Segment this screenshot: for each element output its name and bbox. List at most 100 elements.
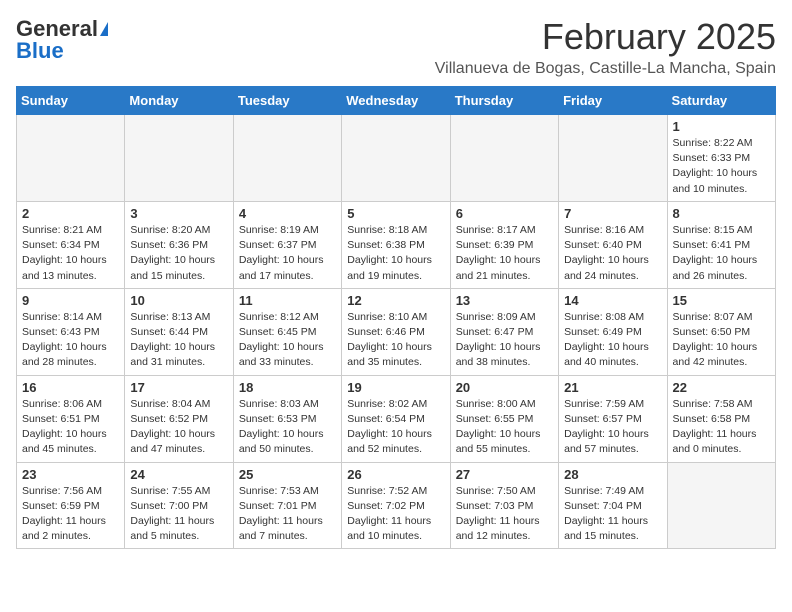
location-title: Villanueva de Bogas, Castille-La Mancha,… xyxy=(435,60,776,78)
day-number: 1 xyxy=(673,119,770,134)
calendar-day-cell: 5Sunrise: 8:18 AMSunset: 6:38 PMDaylight… xyxy=(342,201,450,288)
day-number: 24 xyxy=(130,467,227,482)
calendar-day-cell: 9 Sunrise: 8:14 AMSunset: 6:43 PMDaylight… xyxy=(17,288,125,375)
day-info: Sunrise: 8:00 AMSunset: 6:55 PMDaylight:… xyxy=(456,398,541,456)
calendar-day-cell: 27 Sunrise: 7:50 AMSunset: 7:03 PMDayligh… xyxy=(450,462,558,549)
day-number: 7 xyxy=(564,206,661,221)
day-info: Sunrise: 7:52 AMSunset: 7:02 PMDaylight:… xyxy=(347,485,431,543)
calendar-day-cell: 14Sunrise: 8:08 AMSunset: 6:49 PMDayligh… xyxy=(559,288,667,375)
day-number: 16 xyxy=(22,380,119,395)
day-number: 17 xyxy=(130,380,227,395)
day-info: Sunrise: 8:15 AMSunset: 6:41 PMDaylight:… xyxy=(673,224,758,282)
day-number: 3 xyxy=(130,206,227,221)
weekday-header-tuesday: Tuesday xyxy=(233,87,341,115)
calendar-day-cell: 23 Sunrise: 7:56 AMSunset: 6:59 PMDayligh… xyxy=(17,462,125,549)
calendar-header-row: SundayMondayTuesdayWednesdayThursdayFrid… xyxy=(17,87,776,115)
day-info: Sunrise: 7:56 AMSunset: 6:59 PMDaylight:… xyxy=(22,485,106,543)
calendar-day-cell xyxy=(233,115,341,202)
day-info: Sunrise: 8:18 AMSunset: 6:38 PMDaylight:… xyxy=(347,224,432,282)
month-title: February 2025 xyxy=(435,16,776,58)
calendar-day-cell: 15Sunrise: 8:07 AMSunset: 6:50 PMDayligh… xyxy=(667,288,775,375)
day-info: Sunrise: 8:06 AMSunset: 6:51 PMDaylight:… xyxy=(22,398,107,456)
weekday-header-sunday: Sunday xyxy=(17,87,125,115)
weekday-header-saturday: Saturday xyxy=(667,87,775,115)
day-info: Sunrise: 8:12 AMSunset: 6:45 PMDaylight:… xyxy=(239,311,324,369)
calendar-day-cell: 25 Sunrise: 7:53 AMSunset: 7:01 PMDayligh… xyxy=(233,462,341,549)
day-number: 25 xyxy=(239,467,336,482)
day-info: Sunrise: 8:21 AMSunset: 6:34 PMDaylight:… xyxy=(22,224,107,282)
calendar-day-cell xyxy=(450,115,558,202)
calendar-day-cell: 28Sunrise: 7:49 AMSunset: 7:04 PMDayligh… xyxy=(559,462,667,549)
day-info: Sunrise: 8:17 AMSunset: 6:39 PMDaylight:… xyxy=(456,224,541,282)
calendar-day-cell xyxy=(17,115,125,202)
calendar-day-cell xyxy=(125,115,233,202)
weekday-header-thursday: Thursday xyxy=(450,87,558,115)
day-info: Sunrise: 7:59 AMSunset: 6:57 PMDaylight:… xyxy=(564,398,649,456)
logo-triangle-icon xyxy=(100,22,108,36)
calendar-day-cell: 17 Sunrise: 8:04 AMSunset: 6:52 PMDayligh… xyxy=(125,375,233,462)
calendar-day-cell: 7 Sunrise: 8:16 AMSunset: 6:40 PMDaylight… xyxy=(559,201,667,288)
calendar-day-cell: 10Sunrise: 8:13 AMSunset: 6:44 PMDayligh… xyxy=(125,288,233,375)
day-info: Sunrise: 7:58 AMSunset: 6:58 PMDaylight:… xyxy=(673,398,757,456)
day-number: 14 xyxy=(564,293,661,308)
day-number: 6 xyxy=(456,206,553,221)
day-info: Sunrise: 8:16 AMSunset: 6:40 PMDaylight:… xyxy=(564,224,649,282)
calendar-day-cell: 8Sunrise: 8:15 AMSunset: 6:41 PMDaylight… xyxy=(667,201,775,288)
calendar-day-cell: 1 Sunrise: 8:22 AMSunset: 6:33 PMDaylight… xyxy=(667,115,775,202)
calendar-table: SundayMondayTuesdayWednesdayThursdayFrid… xyxy=(16,86,776,549)
day-info: Sunrise: 8:19 AMSunset: 6:37 PMDaylight:… xyxy=(239,224,324,282)
day-number: 21 xyxy=(564,380,661,395)
calendar-day-cell: 13 Sunrise: 8:09 AMSunset: 6:47 PMDayligh… xyxy=(450,288,558,375)
calendar-day-cell: 2 Sunrise: 8:21 AMSunset: 6:34 PMDaylight… xyxy=(17,201,125,288)
day-number: 19 xyxy=(347,380,444,395)
calendar-day-cell xyxy=(559,115,667,202)
day-info: Sunrise: 7:53 AMSunset: 7:01 PMDaylight:… xyxy=(239,485,323,543)
logo: General Blue xyxy=(16,16,108,64)
title-block: February 2025 Villanueva de Bogas, Casti… xyxy=(435,16,776,78)
calendar-week-row: 9 Sunrise: 8:14 AMSunset: 6:43 PMDaylight… xyxy=(17,288,776,375)
calendar-day-cell: 26 Sunrise: 7:52 AMSunset: 7:02 PMDayligh… xyxy=(342,462,450,549)
calendar-day-cell: 12Sunrise: 8:10 AMSunset: 6:46 PMDayligh… xyxy=(342,288,450,375)
day-number: 20 xyxy=(456,380,553,395)
weekday-header-friday: Friday xyxy=(559,87,667,115)
calendar-day-cell: 6 Sunrise: 8:17 AMSunset: 6:39 PMDaylight… xyxy=(450,201,558,288)
calendar-day-cell: 21 Sunrise: 7:59 AMSunset: 6:57 PMDayligh… xyxy=(559,375,667,462)
day-info: Sunrise: 8:02 AMSunset: 6:54 PMDaylight:… xyxy=(347,398,432,456)
calendar-day-cell: 24 Sunrise: 7:55 AMSunset: 7:00 PMDayligh… xyxy=(125,462,233,549)
calendar-day-cell xyxy=(342,115,450,202)
weekday-header-monday: Monday xyxy=(125,87,233,115)
logo-blue-text: Blue xyxy=(16,38,64,64)
calendar-day-cell: 19 Sunrise: 8:02 AMSunset: 6:54 PMDayligh… xyxy=(342,375,450,462)
day-info: Sunrise: 8:04 AMSunset: 6:52 PMDaylight:… xyxy=(130,398,215,456)
calendar-day-cell: 16 Sunrise: 8:06 AMSunset: 6:51 PMDayligh… xyxy=(17,375,125,462)
calendar-day-cell: 3 Sunrise: 8:20 AMSunset: 6:36 PMDaylight… xyxy=(125,201,233,288)
day-info: Sunrise: 8:22 AMSunset: 6:33 PMDaylight:… xyxy=(673,137,758,195)
calendar-day-cell: 20 Sunrise: 8:00 AMSunset: 6:55 PMDayligh… xyxy=(450,375,558,462)
calendar-week-row: 23 Sunrise: 7:56 AMSunset: 6:59 PMDayligh… xyxy=(17,462,776,549)
day-info: Sunrise: 8:09 AMSunset: 6:47 PMDaylight:… xyxy=(456,311,541,369)
day-info: Sunrise: 8:20 AMSunset: 6:36 PMDaylight:… xyxy=(130,224,215,282)
day-number: 10 xyxy=(130,293,227,308)
day-number: 26 xyxy=(347,467,444,482)
day-info: Sunrise: 8:10 AMSunset: 6:46 PMDaylight:… xyxy=(347,311,432,369)
calendar-day-cell xyxy=(667,462,775,549)
day-info: Sunrise: 8:14 AMSunset: 6:43 PMDaylight:… xyxy=(22,311,107,369)
day-number: 4 xyxy=(239,206,336,221)
calendar-week-row: 16 Sunrise: 8:06 AMSunset: 6:51 PMDayligh… xyxy=(17,375,776,462)
calendar-day-cell: 22 Sunrise: 7:58 AMSunset: 6:58 PMDayligh… xyxy=(667,375,775,462)
day-number: 23 xyxy=(22,467,119,482)
day-info: Sunrise: 8:03 AMSunset: 6:53 PMDaylight:… xyxy=(239,398,324,456)
weekday-header-wednesday: Wednesday xyxy=(342,87,450,115)
day-info: Sunrise: 7:55 AMSunset: 7:00 PMDaylight:… xyxy=(130,485,214,543)
day-number: 18 xyxy=(239,380,336,395)
day-info: Sunrise: 7:50 AMSunset: 7:03 PMDaylight:… xyxy=(456,485,540,543)
calendar-day-cell: 4 Sunrise: 8:19 AMSunset: 6:37 PMDaylight… xyxy=(233,201,341,288)
calendar-day-cell: 18 Sunrise: 8:03 AMSunset: 6:53 PMDayligh… xyxy=(233,375,341,462)
day-number: 13 xyxy=(456,293,553,308)
day-number: 2 xyxy=(22,206,119,221)
day-number: 27 xyxy=(456,467,553,482)
day-info: Sunrise: 7:49 AMSunset: 7:04 PMDaylight:… xyxy=(564,485,648,543)
day-number: 22 xyxy=(673,380,770,395)
calendar-day-cell: 11Sunrise: 8:12 AMSunset: 6:45 PMDayligh… xyxy=(233,288,341,375)
day-number: 9 xyxy=(22,293,119,308)
